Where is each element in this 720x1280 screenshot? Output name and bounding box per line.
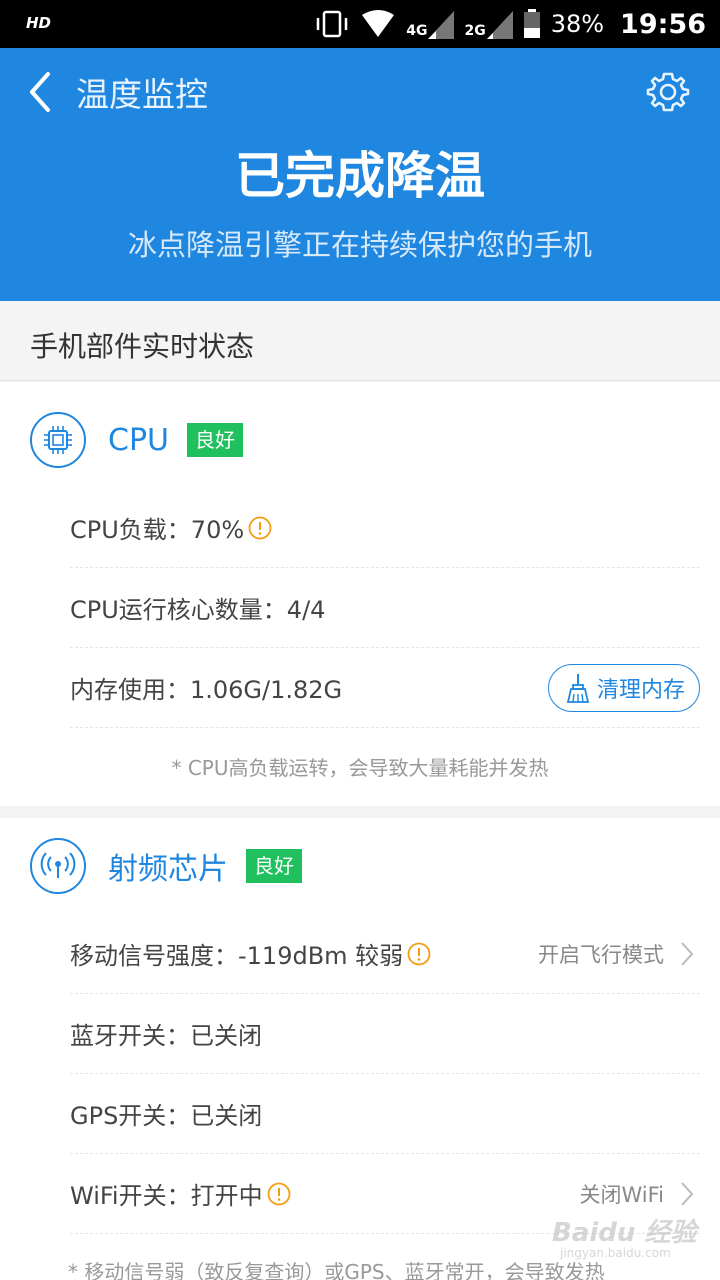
section-heading: 手机部件实时状态: [0, 301, 720, 381]
status-badge: 良好: [246, 849, 302, 883]
airplane-mode-label: 开启飞行模式: [538, 943, 664, 967]
cpu-card-name: CPU: [108, 422, 169, 458]
broom-icon: [566, 674, 589, 703]
page-title: 温度监控: [76, 75, 208, 114]
chevron-right-icon: [681, 1182, 694, 1206]
gps-label: GPS开关：已关闭: [70, 1102, 263, 1130]
bluetooth-row: 蓝牙开关：已关闭: [70, 994, 700, 1074]
rf-card: 射频芯片 良好 移动信号强度：-119dBm 较弱 开启飞行模式 蓝牙开关：已关…: [0, 818, 720, 1280]
cpu-note: * CPU高负载运转，会导致大量耗能并发热: [171, 756, 549, 780]
clean-memory-button[interactable]: 清理内存: [547, 664, 700, 712]
close-wifi-label: 关闭WiFi: [579, 1183, 664, 1207]
header: 温度监控 已完成降温 冰点降温引擎正在持续保护您的手机: [0, 48, 720, 301]
chevron-right-icon: [681, 942, 694, 966]
warning-icon: [407, 942, 431, 965]
cpu-cores-row: CPU运行核心数量：4/4: [70, 568, 700, 648]
status-subtitle: 冰点降温引擎正在持续保护您的手机: [127, 228, 592, 262]
hd-indicator: HD: [26, 14, 52, 32]
wifi-label: WiFi开关：打开中: [70, 1182, 263, 1210]
vibrate-icon: [316, 10, 348, 38]
section-title: 手机部件实时状态: [30, 330, 255, 363]
cpu-load-label: CPU负载：70%: [70, 516, 245, 544]
status-badge: 良好: [187, 423, 243, 457]
status-bar: HD 4G 2G 38% 19:56: [0, 0, 720, 48]
bluetooth-label: 蓝牙开关：已关闭: [70, 1022, 262, 1050]
watermark-url: jingyan.baidu.com: [560, 1246, 671, 1260]
memory-label: 内存使用：1.06G/1.82G: [70, 676, 343, 704]
signal-4g: 4G: [406, 9, 455, 39]
warning-icon: [267, 1182, 291, 1205]
memory-row: 内存使用：1.06G/1.82G 清理内存: [70, 648, 700, 728]
warning-icon: [248, 516, 272, 539]
back-icon[interactable]: [26, 70, 56, 114]
gear-icon[interactable]: [646, 70, 690, 114]
clock: 19:56: [620, 8, 706, 40]
battery-percent: 38%: [550, 10, 605, 38]
cpu-chip-icon: [30, 412, 86, 468]
radio-signal-icon: [30, 838, 86, 894]
gps-row: GPS开关：已关闭: [70, 1074, 700, 1154]
signal-strength-label: 移动信号强度：-119dBm 较弱: [70, 942, 404, 970]
wifi-icon: [362, 10, 395, 37]
signal-strength-row[interactable]: 移动信号强度：-119dBm 较弱 开启飞行模式: [70, 914, 700, 994]
cpu-load-row: CPU负载：70%: [70, 488, 700, 568]
clean-memory-label: 清理内存: [596, 678, 685, 703]
status-icons: 4G 2G 38% 19:56: [314, 0, 706, 48]
cpu-card-title: CPU 良好: [30, 412, 243, 468]
airplane-mode-action[interactable]: 开启飞行模式: [538, 914, 694, 994]
signal-strength-icon: [486, 11, 513, 39]
cpu-card: CPU 良好 CPU负载：70% CPU运行核心数量：4/4 内存使用：1.06…: [0, 382, 720, 806]
cpu-cores-label: CPU运行核心数量：4/4: [70, 596, 326, 624]
rf-card-title: 射频芯片 良好: [30, 838, 302, 894]
signal-2g: 2G: [464, 9, 513, 39]
status-headline: 已完成降温: [235, 147, 485, 205]
battery-icon: [523, 9, 540, 38]
signal-strength-icon: [428, 11, 455, 39]
watermark-logo: Baidu 经验: [552, 1218, 697, 1248]
rf-card-name: 射频芯片: [108, 852, 228, 887]
